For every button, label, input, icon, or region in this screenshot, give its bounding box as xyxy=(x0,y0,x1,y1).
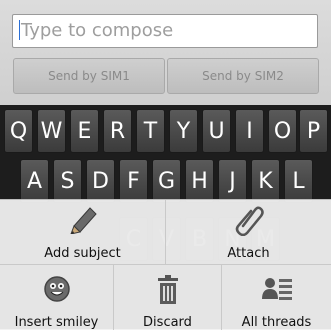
send-sim1-button[interactable]: Send by SIM1 xyxy=(13,58,165,94)
menu-discard[interactable]: Discard xyxy=(114,265,221,330)
menu-all-threads[interactable]: All threads xyxy=(222,265,331,330)
key-r[interactable]: R xyxy=(103,109,132,153)
key-w[interactable]: W xyxy=(37,109,66,153)
key-j[interactable]: J xyxy=(218,159,247,203)
key-i[interactable]: I xyxy=(235,109,264,153)
compose-input[interactable]: Type to compose xyxy=(12,14,318,48)
compose-area: Type to compose Send by SIM1 Send by SIM… xyxy=(0,0,331,105)
key-q[interactable]: Q xyxy=(4,109,33,153)
key-e[interactable]: E xyxy=(70,109,99,153)
menu-all-threads-label: All threads xyxy=(241,315,312,330)
menu-add-subject-label: Add subject xyxy=(44,246,121,261)
compose-placeholder: Type to compose xyxy=(21,20,174,41)
options-menu: Add subject Attach Insert smiley Discard… xyxy=(0,199,331,330)
key-a[interactable]: A xyxy=(20,159,49,203)
key-p[interactable]: P xyxy=(299,109,328,153)
threads-icon xyxy=(261,275,293,307)
key-f[interactable]: F xyxy=(119,159,148,203)
paperclip-icon xyxy=(234,202,264,240)
menu-add-subject[interactable]: Add subject xyxy=(0,200,165,264)
key-d[interactable]: D xyxy=(86,159,115,203)
menu-attach[interactable]: Attach xyxy=(166,200,331,264)
key-s[interactable]: S xyxy=(53,159,82,203)
key-t[interactable]: T xyxy=(136,109,165,153)
key-u[interactable]: U xyxy=(202,109,231,153)
key-h[interactable]: H xyxy=(185,159,214,203)
key-g[interactable]: G xyxy=(152,159,181,203)
menu-attach-label: Attach xyxy=(227,246,270,261)
key-k[interactable]: K xyxy=(251,159,280,203)
menu-insert-smiley-label: Insert smiley xyxy=(14,315,99,330)
menu-discard-label: Discard xyxy=(143,315,192,330)
key-y[interactable]: Y xyxy=(169,109,198,153)
smiley-icon xyxy=(43,275,71,307)
menu-insert-smiley[interactable]: Insert smiley xyxy=(0,265,113,330)
pencil-icon xyxy=(66,204,100,238)
text-caret xyxy=(19,20,20,40)
key-o[interactable]: O xyxy=(268,109,297,153)
trash-icon xyxy=(156,275,180,309)
key-l[interactable]: L xyxy=(284,159,313,203)
send-sim2-button[interactable]: Send by SIM2 xyxy=(167,58,319,94)
